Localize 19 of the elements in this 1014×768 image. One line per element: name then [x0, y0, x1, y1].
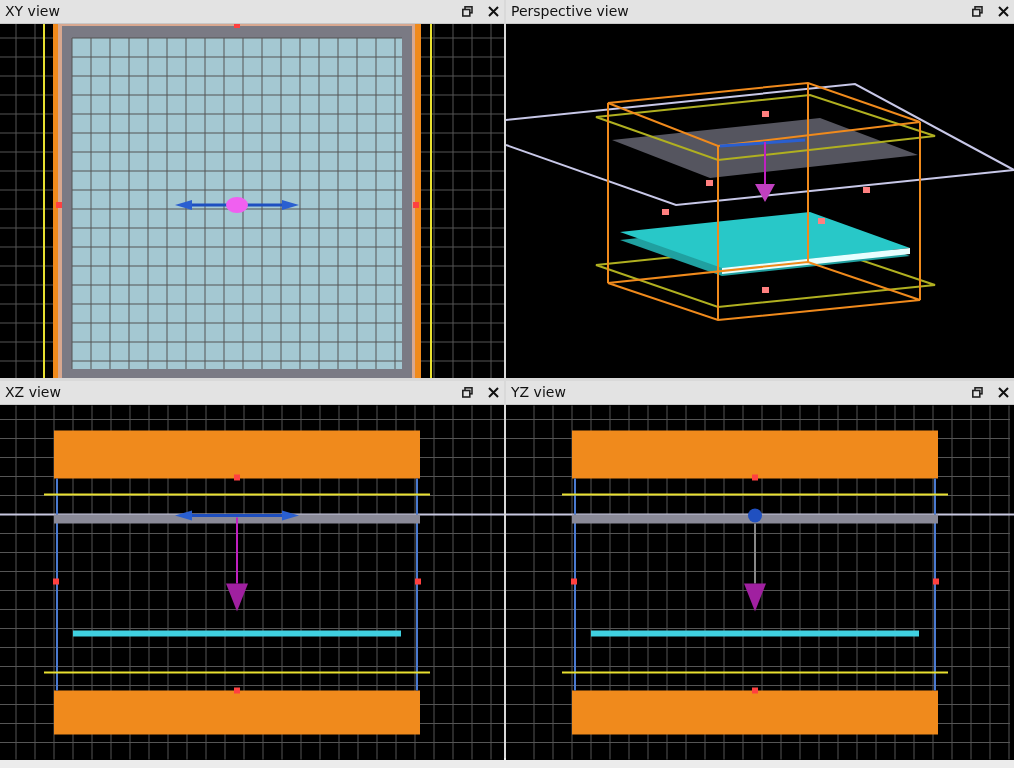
light-source-drawing[interactable] [226, 516, 248, 612]
close-button[interactable] [486, 385, 500, 400]
viewport-canvas[interactable] [0, 24, 504, 378]
light-source-drawing[interactable] [744, 522, 766, 612]
restore-button[interactable] [460, 4, 474, 19]
view-title: Perspective view [511, 2, 629, 21]
view-title: XZ view [5, 383, 61, 402]
close-button[interactable] [996, 4, 1010, 19]
move-arrow-drawing[interactable] [175, 510, 299, 521]
view-title: XY view [5, 2, 60, 21]
view-title: YZ view [511, 383, 566, 402]
restore-button[interactable] [970, 385, 984, 400]
close-button[interactable] [996, 385, 1010, 400]
move-arrow-drawing[interactable] [175, 200, 299, 210]
light-source-drawing[interactable] [719, 138, 806, 202]
handle-icon[interactable] [748, 508, 762, 523]
restore-button[interactable] [970, 4, 984, 19]
close-button[interactable] [486, 4, 500, 19]
restore-button[interactable] [460, 385, 474, 400]
